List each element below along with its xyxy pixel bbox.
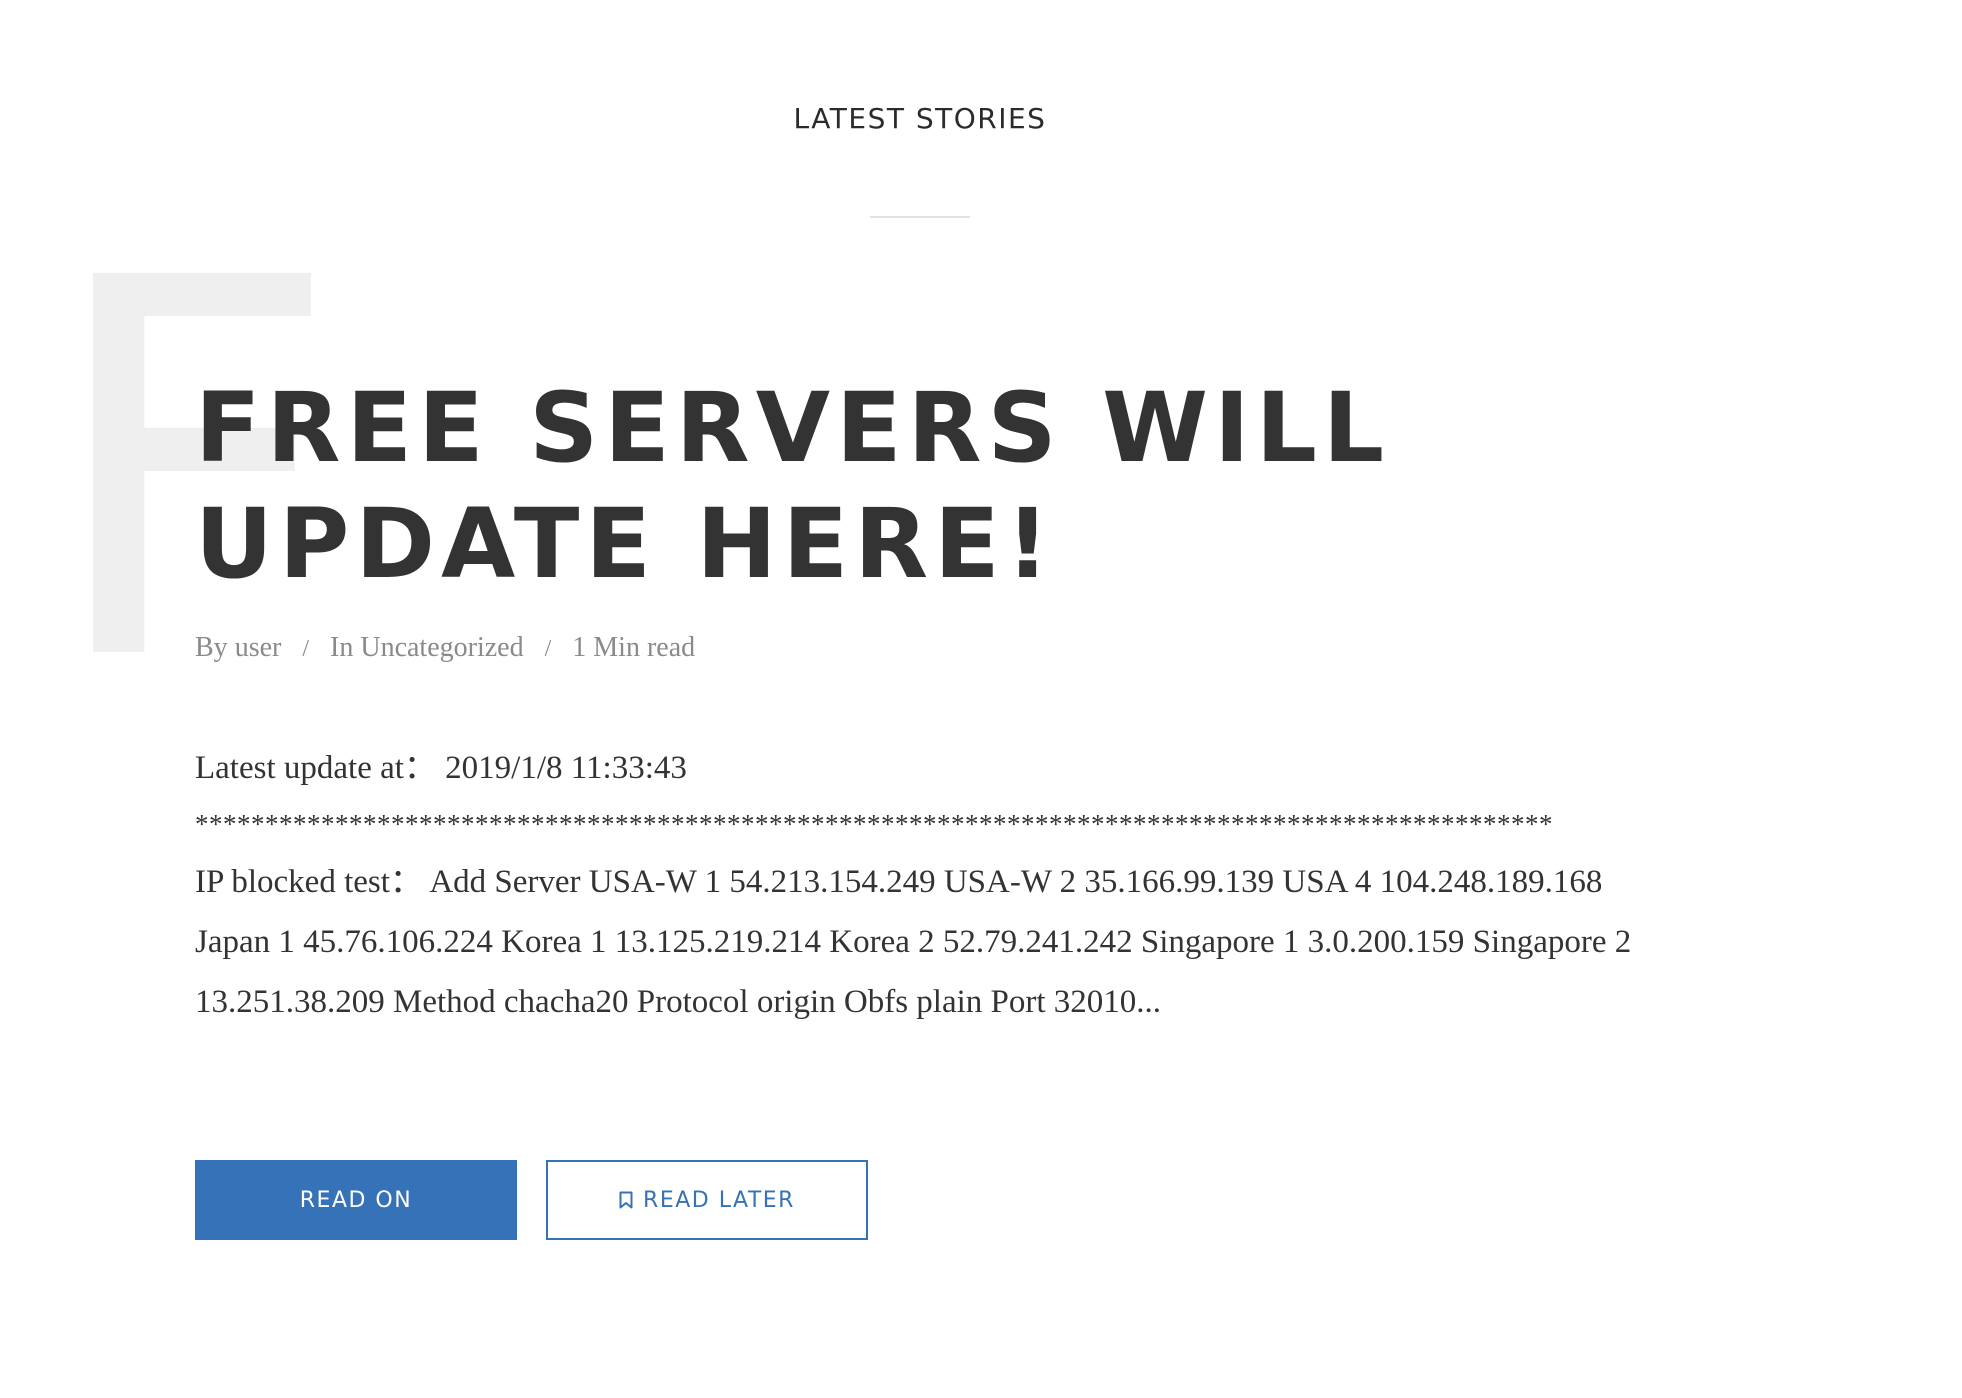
category-link[interactable]: Uncategorized <box>360 632 523 663</box>
update-line: Latest update at： 2019/1/8 11:33:43 <box>195 750 687 786</box>
read-later-button[interactable]: READ LATER <box>546 1160 868 1240</box>
author-prefix: By <box>195 632 228 663</box>
section-divider <box>870 216 970 218</box>
post-excerpt: Latest update at： 2019/1/8 11:33:43 ****… <box>195 740 1655 1032</box>
category-prefix: In <box>330 632 354 663</box>
meta-separator: / <box>302 636 310 662</box>
read-on-button[interactable]: READ ON <box>195 1160 517 1240</box>
section-title: LATEST STORIES <box>793 102 1047 135</box>
read-time: 1 Min read <box>572 632 696 663</box>
read-on-label: READ ON <box>299 1187 413 1213</box>
excerpt-body: IP blocked test： Add Server USA-W 1 54.2… <box>195 864 1632 1020</box>
author-link[interactable]: user <box>235 632 282 663</box>
star-divider: ****************************************… <box>195 809 1553 839</box>
post-title[interactable]: FREE SERVERS WILL UPDATE HERE! <box>195 370 1675 602</box>
read-later-label: READ LATER <box>643 1187 795 1213</box>
bookmark-icon <box>619 1191 633 1209</box>
post-meta: By user / In Uncategorized / 1 Min read <box>195 632 695 664</box>
meta-separator: / <box>544 636 552 662</box>
